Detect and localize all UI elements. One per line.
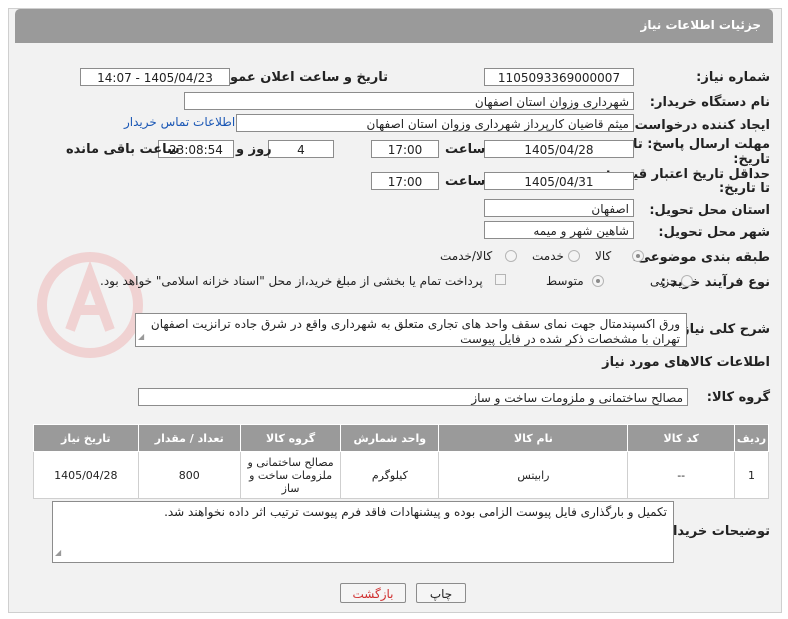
col-unit: واحد شمارش — [340, 424, 440, 452]
buyer-org-label: نام دستگاه خریدار: — [649, 95, 770, 110]
process-radio-medium[interactable] — [592, 275, 604, 287]
announce-datetime-field: 1405/04/23 - 14:07 — [80, 68, 230, 86]
buyer-contact-link[interactable]: اطلاعات تماس خریدار — [124, 115, 235, 129]
city-label: شهر محل تحویل: — [658, 225, 770, 240]
goods-table-header: ردیف کد کالا نام کالا واحد شمارش گروه کا… — [33, 424, 769, 452]
validity-label-2: تا تاریخ: — [719, 181, 770, 196]
buyer-notes-textarea[interactable]: تکمیل و بارگذاری فایل پیوست الزامی بوده … — [52, 501, 674, 563]
col-name: نام کالا — [438, 424, 629, 452]
category-option-goods-service: کالا/خدمت — [440, 249, 493, 263]
col-row: ردیف — [734, 424, 769, 452]
deadline-label-2: تاریخ: — [733, 152, 770, 167]
need-number-label: شماره نیاز: — [696, 70, 770, 85]
cell-name: رابیتس — [438, 451, 629, 499]
category-option-service: خدمت — [532, 249, 564, 263]
description-textarea[interactable]: ورق اکسپندمتال جهت نمای سقف واحد های تجا… — [135, 313, 687, 347]
time-remaining-label: ساعت باقی مانده — [66, 142, 180, 157]
description-text: ورق اکسپندمتال جهت نمای سقف واحد های تجا… — [150, 317, 680, 346]
category-radio-service[interactable] — [568, 250, 580, 262]
process-radio-minor[interactable] — [681, 275, 693, 287]
creator-label: ایجاد کننده درخواست: — [629, 118, 770, 133]
deadline-time-label: ساعت — [445, 142, 486, 157]
city-field: شاهین شهر و میمه — [484, 221, 634, 239]
header-bar: جزئیات اطلاعات نیاز — [15, 9, 773, 43]
goods-table: ردیف کد کالا نام کالا واحد شمارش گروه کا… — [33, 424, 769, 499]
cell-quantity: 800 — [137, 451, 241, 499]
table-row: 1 -- رابیتس کیلوگرم مصالح ساختمانی و ملز… — [33, 451, 769, 499]
cell-group: مصالح ساختمانی و ملزومات ساخت و ساز — [239, 451, 342, 499]
treasury-payment-note: پرداخت تمام یا بخشی از مبلغ خرید،از محل … — [100, 274, 483, 288]
days-remaining-field: 4 — [268, 140, 334, 158]
category-label: طبقه بندی موضوعی: — [632, 250, 770, 265]
deadline-time-field: 17:00 — [371, 140, 439, 158]
page-title: جزئیات اطلاعات نیاز — [640, 18, 761, 32]
category-option-goods: کالا — [595, 249, 612, 263]
col-group: گروه کالا — [239, 424, 342, 452]
validity-time-label: ساعت — [445, 174, 486, 189]
buyer-org-field: شهرداری وزوان استان اصفهان — [184, 92, 634, 110]
creator-field: میثم قاضیان کارپرداز شهرداری وزوان استان… — [236, 114, 634, 132]
goods-group-field: مصالح ساختمانی و ملزومات ساخت و ساز — [138, 388, 688, 406]
validity-time-field: 17:00 — [371, 172, 439, 190]
goods-section-title: اطلاعات کالاهای مورد نیاز — [602, 355, 770, 370]
resize-grip-icon[interactable]: ◢ — [138, 329, 144, 344]
buyer-notes-label: توضیحات خریدار: — [660, 524, 770, 539]
process-option-medium: متوسط — [546, 274, 584, 288]
goods-group-label: گروه کالا: — [706, 390, 770, 405]
category-radio-goods-service[interactable] — [505, 250, 517, 262]
need-number-field: 1105093369000007 — [484, 68, 634, 86]
province-field: اصفهان — [484, 199, 634, 217]
cell-unit: کیلوگرم — [340, 451, 440, 499]
print-button[interactable]: چاپ — [416, 583, 466, 603]
cell-code: -- — [627, 451, 735, 499]
province-label: استان محل تحویل: — [649, 203, 770, 218]
col-date: تاریخ نیاز — [33, 424, 139, 452]
process-option-minor: جزیی — [650, 274, 678, 288]
deadline-date-field: 1405/04/28 — [484, 140, 634, 158]
cell-date: 1405/04/28 — [33, 451, 139, 499]
resize-grip-icon[interactable]: ◢ — [55, 545, 61, 560]
category-radio-goods[interactable] — [632, 250, 644, 262]
description-label: شرح کلی نیاز: — [676, 322, 770, 337]
announce-label: تاریخ و ساعت اعلان عمومی: — [203, 70, 388, 85]
treasury-payment-checkbox[interactable] — [495, 274, 506, 285]
buyer-notes-text: تکمیل و بارگذاری فایل پیوست الزامی بوده … — [164, 505, 667, 519]
col-quantity: تعداد / مقدار — [137, 424, 241, 452]
days-label: روز و — [236, 142, 272, 157]
deadline-label-1: مهلت ارسال پاسخ: تا — [632, 137, 770, 152]
validity-date-field: 1405/04/31 — [484, 172, 634, 190]
cell-row: 1 — [734, 451, 769, 499]
col-code: کد کالا — [627, 424, 735, 452]
back-button[interactable]: بازگشت — [340, 583, 406, 603]
